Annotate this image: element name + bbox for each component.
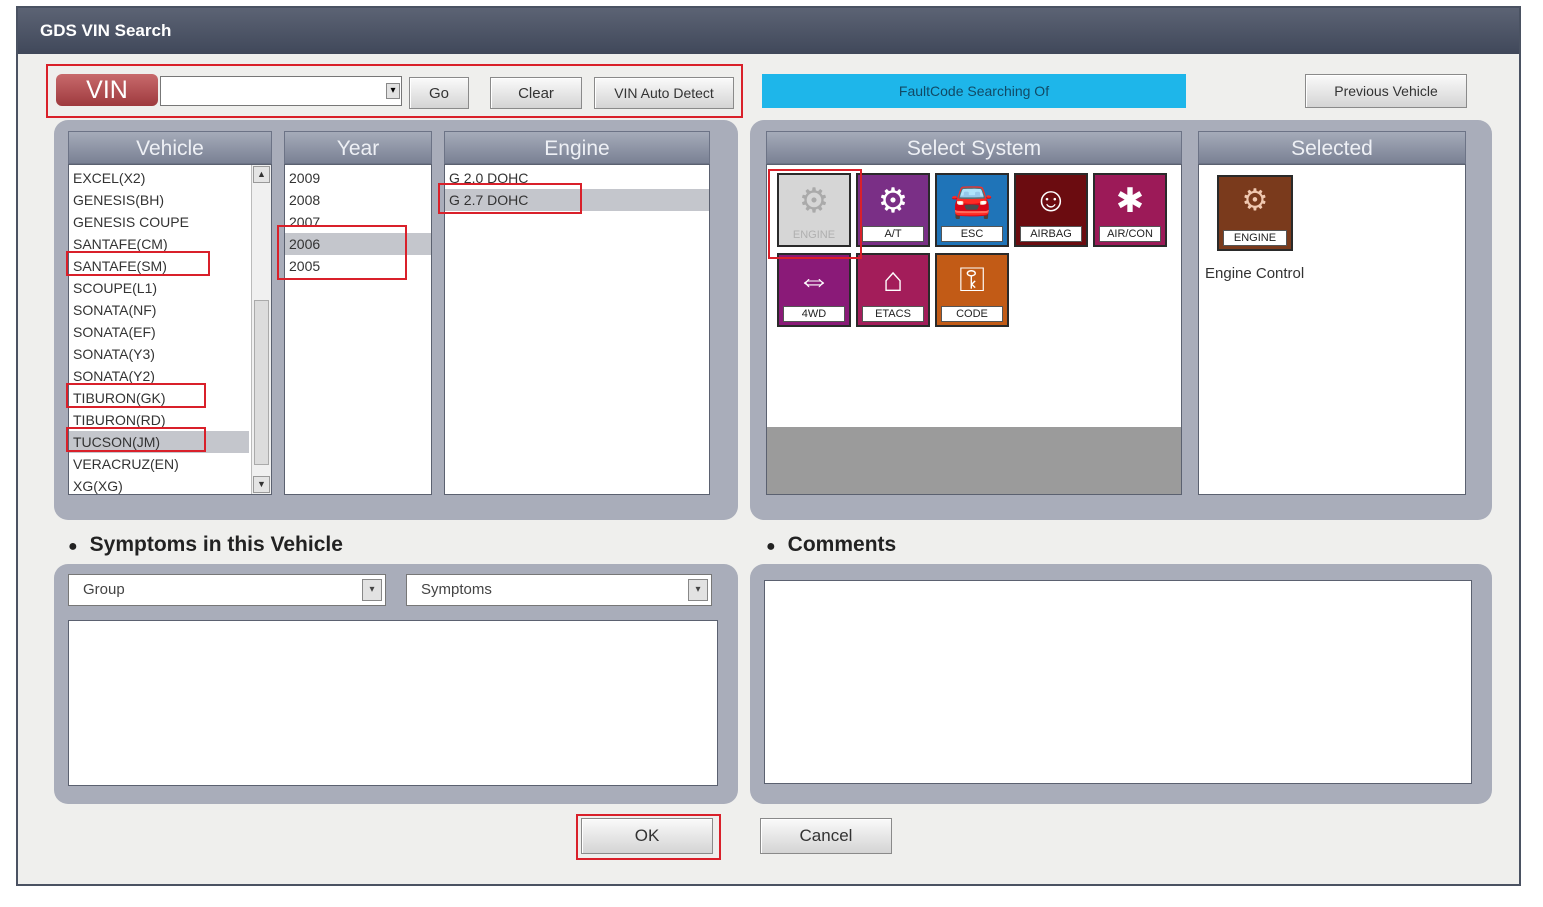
system-label: 4WD [783, 306, 845, 322]
system-label: ESC [941, 226, 1003, 242]
system-etacs-button[interactable]: ⌂ ETACS [856, 253, 930, 327]
vehicle-item[interactable]: GENESIS COUPE [69, 211, 249, 233]
system-a-t-button[interactable]: ⚙ A/T [856, 173, 930, 247]
system-label: AIR/CON [1099, 226, 1161, 242]
symptoms-dropdown-arrow-icon[interactable]: ▾ [688, 579, 708, 601]
gears-icon: ⚙ [877, 182, 909, 220]
engine-column-header: Engine [444, 131, 710, 164]
year-items: 2009 2008 2007 2006 2005 [285, 167, 431, 277]
system-code-button[interactable]: ⚿ CODE [935, 253, 1009, 327]
vehicle-item[interactable]: SONATA(NF) [69, 299, 249, 321]
vehicle-item[interactable]: XG(XG) [69, 475, 249, 494]
engine-items: G 2.0 DOHC G 2.7 DOHC [445, 167, 709, 211]
year-item[interactable]: 2009 [285, 167, 431, 189]
year-item[interactable]: 2008 [285, 189, 431, 211]
symptoms-list[interactable] [68, 620, 718, 786]
system-label: AIRBAG [1020, 226, 1082, 242]
system-4wd-button[interactable]: ⇔ 4WD [777, 253, 851, 327]
system-label: ETACS [862, 306, 924, 322]
vehicle-list[interactable]: EXCEL(X2) GENESIS(BH) GENESIS COUPE SANTAFE… [68, 164, 272, 495]
key-icon: ⚿ [959, 261, 985, 299]
selected-system-caption: Engine Control [1205, 265, 1305, 282]
engine-check-icon: ⚙ [1241, 184, 1269, 217]
system-airbag-button[interactable]: ☺ AIRBAG [1014, 173, 1088, 247]
bullet-icon: ● [766, 538, 776, 555]
airbag-icon: ☺ [1033, 181, 1069, 219]
vehicle-item[interactable]: TIBURON(GK) [69, 387, 249, 409]
vehicle-item[interactable]: SONATA(Y3) [69, 343, 249, 365]
bullet-icon: ● [68, 538, 78, 555]
engine-item[interactable]: G 2.7 DOHC [445, 189, 709, 211]
select-system-header: Select System [766, 131, 1182, 164]
axle-icon: ⇔ [797, 261, 831, 299]
comments-section-title: ● Comments [766, 533, 896, 557]
comments-textarea[interactable] [764, 580, 1472, 784]
system-esc-button[interactable]: 🚘 ESC [935, 173, 1009, 247]
comments-title-text: Comments [787, 533, 897, 556]
symptoms-section-title: ● Symptoms in this Vehicle [68, 533, 343, 557]
group-dropdown[interactable]: Group ▾ [68, 574, 386, 606]
scroll-down-icon[interactable]: ▼ [253, 476, 270, 493]
system-grid: ⚙ ENGINE ⚙ A/T 🚘 ESC ☺ AIRBAG ✱ AIR/CON ⇔ 4WD ⌂ ETACS… [766, 164, 1182, 495]
fault-code-status-bar: FaultCode Searching Of [762, 74, 1186, 108]
selected-system-label: ENGINE [1223, 230, 1287, 246]
vehicle-item[interactable]: SCOUPE(L1) [69, 277, 249, 299]
engine-item[interactable]: G 2.0 DOHC [445, 167, 709, 189]
system-engine-button[interactable]: ⚙ ENGINE [777, 173, 851, 247]
scroll-thumb[interactable] [254, 300, 269, 465]
previous-vehicle-button[interactable]: Previous Vehicle [1305, 74, 1467, 108]
symptoms-dropdown[interactable]: Symptoms ▾ [406, 574, 712, 606]
go-button[interactable]: Go [409, 77, 469, 109]
engine-icon: ⚙ [798, 182, 830, 220]
vehicle-item[interactable]: GENESIS(BH) [69, 189, 249, 211]
vehicle-list-scrollbar[interactable]: ▲ ▼ [251, 165, 271, 494]
window-title: GDS VIN Search [18, 8, 1519, 54]
system-label: A/T [862, 226, 924, 242]
thermometer-icon: ✱ [1115, 182, 1145, 220]
vehicle-item[interactable]: SANTAFE(SM) [69, 255, 249, 277]
vin-input[interactable]: ▾ [160, 76, 402, 106]
vehicle-items: EXCEL(X2) GENESIS(BH) GENESIS COUPE SANTAFE… [69, 167, 249, 494]
group-dropdown-arrow-icon[interactable]: ▾ [362, 579, 382, 601]
vin-label-badge: VIN [56, 74, 158, 106]
system-label: ENGINE [783, 228, 845, 242]
vehicle-item[interactable]: VERACRUZ(EN) [69, 453, 249, 475]
vehicle-item[interactable]: SONATA(EF) [69, 321, 249, 343]
selected-system-area: ⚙ ENGINE Engine Control [1198, 164, 1466, 495]
year-column-header: Year [284, 131, 432, 164]
vehicle-item[interactable]: TUCSON(JM) [69, 431, 249, 453]
year-list[interactable]: 2009 2008 2007 2006 2005 [284, 164, 432, 495]
symptoms-title-text: Symptoms in this Vehicle [89, 533, 343, 556]
group-dropdown-value: Group [83, 581, 125, 598]
vehicle-item[interactable]: SANTAFE(CM) [69, 233, 249, 255]
engine-list[interactable]: G 2.0 DOHC G 2.7 DOHC [444, 164, 710, 495]
system-label: CODE [941, 306, 1003, 322]
vin-auto-detect-button[interactable]: VIN Auto Detect [594, 77, 734, 109]
vin-dropdown-arrow-icon[interactable]: ▾ [386, 83, 400, 99]
vehicle-column-header: Vehicle [68, 131, 272, 164]
ok-button[interactable]: OK [581, 818, 713, 854]
vehicle-item[interactable]: EXCEL(X2) [69, 167, 249, 189]
selected-engine-icon[interactable]: ⚙ ENGINE [1217, 175, 1293, 251]
clear-button[interactable]: Clear [490, 77, 582, 109]
system-grid-footer-area [767, 427, 1181, 494]
scroll-up-icon[interactable]: ▲ [253, 166, 270, 183]
selected-column-header: Selected [1198, 131, 1466, 164]
year-item[interactable]: 2006 [285, 233, 431, 255]
vehicle-item[interactable]: SONATA(Y2) [69, 365, 249, 387]
cancel-button[interactable]: Cancel [760, 818, 892, 854]
car-icon: 🚘 [950, 182, 994, 220]
symptoms-dropdown-value: Symptoms [421, 581, 492, 598]
vehicle-item[interactable]: TIBURON(RD) [69, 409, 249, 431]
year-item[interactable]: 2007 [285, 211, 431, 233]
year-item[interactable]: 2005 [285, 255, 431, 277]
gds-vin-search-window: GDS VIN Search VIN ▾ Go Clear VIN Auto D… [16, 6, 1521, 886]
system-air-con-button[interactable]: ✱ AIR/CON [1093, 173, 1167, 247]
car-outline-icon: ⌂ [882, 261, 904, 299]
